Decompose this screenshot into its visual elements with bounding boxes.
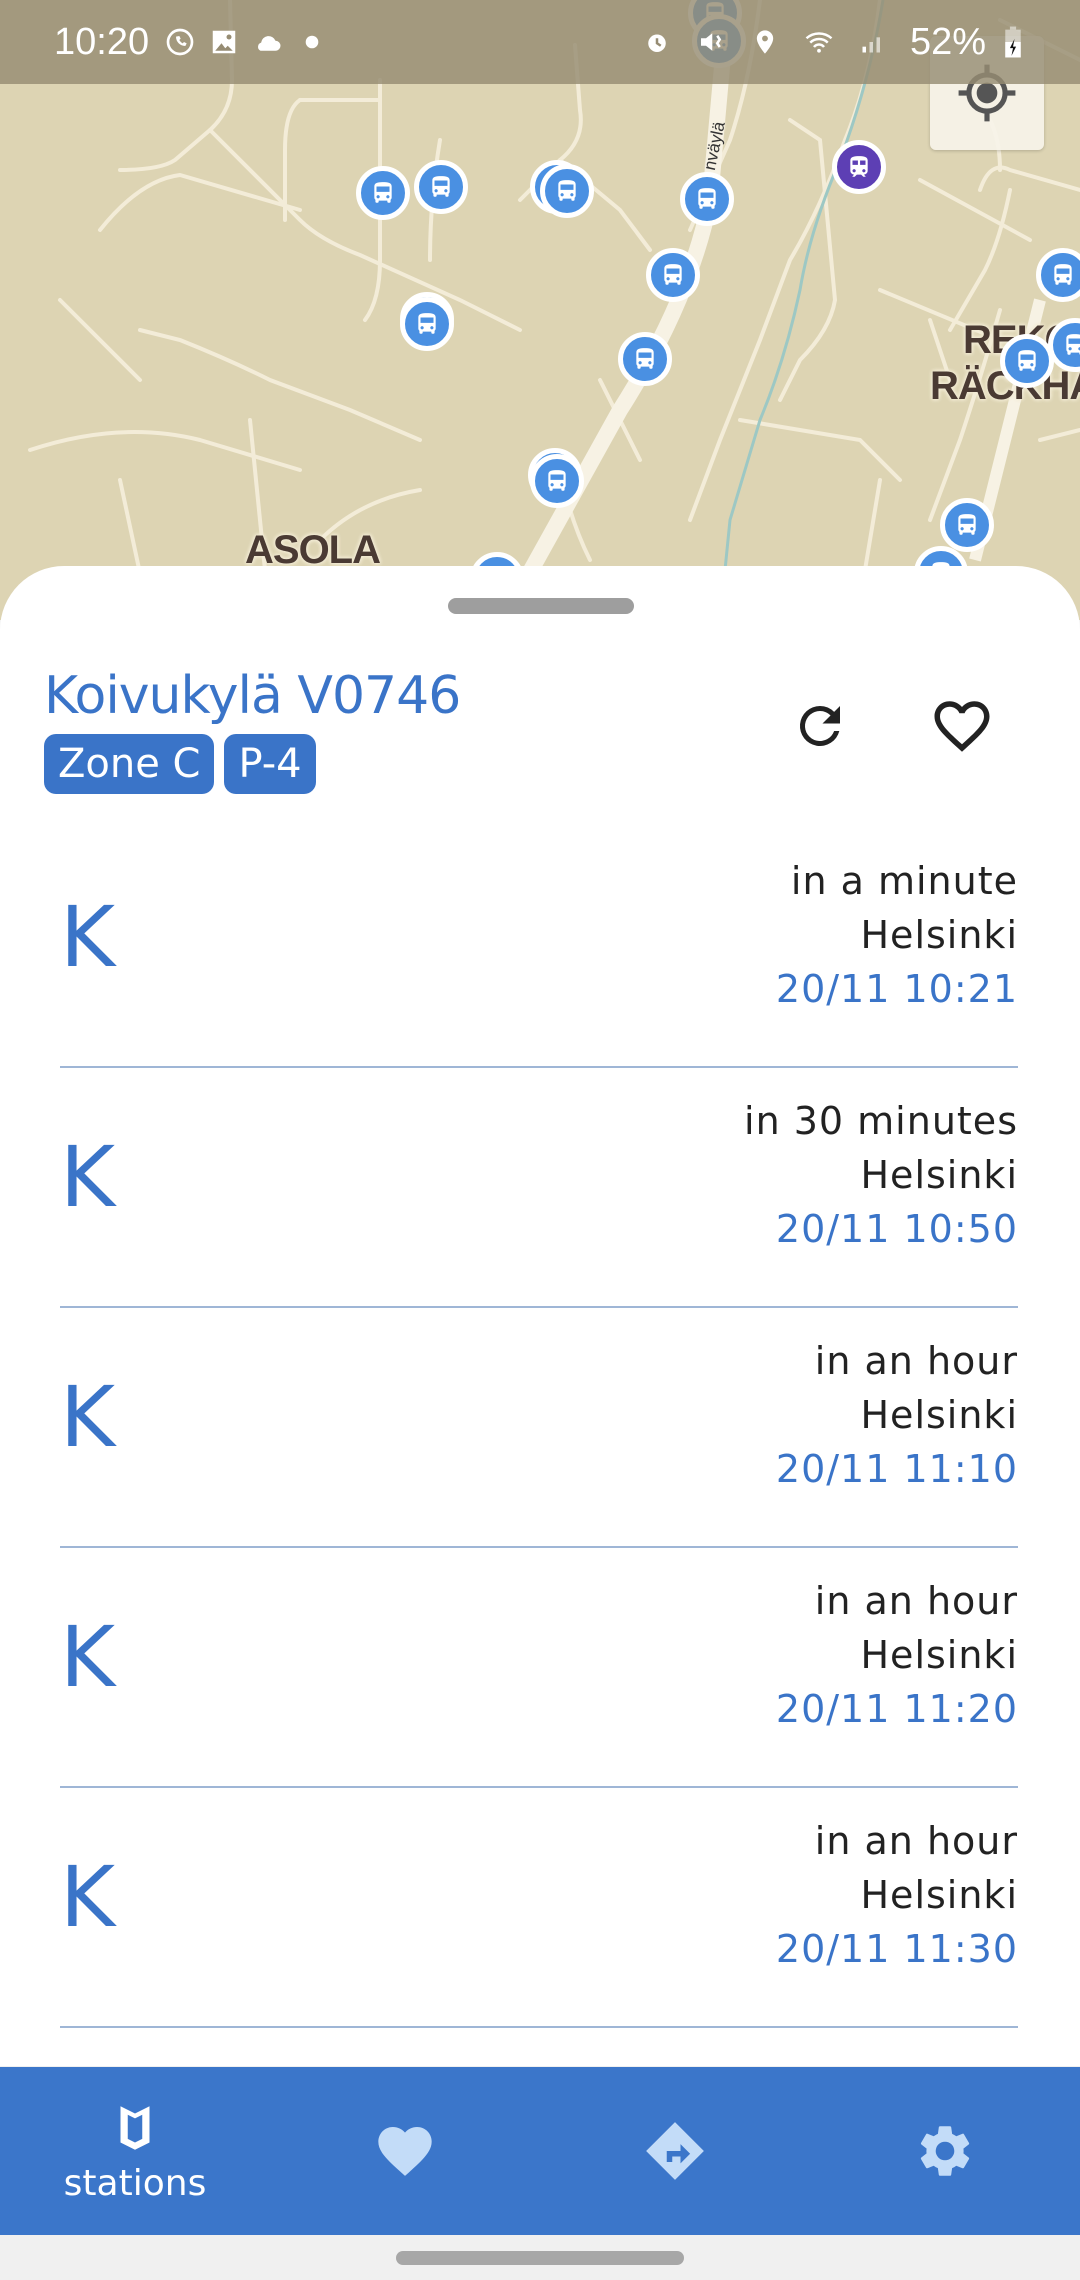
bus-icon [958,514,976,535]
bus-icon [1054,264,1072,285]
status-time: 10:20 [54,20,150,63]
train-icon [850,156,868,177]
departure-destination: Helsinki [860,913,1018,957]
bus-stop-marker[interactable] [356,166,410,220]
bus-icon [698,188,716,209]
row-divider [60,2026,1018,2028]
line-label: K [60,888,116,986]
departure-row[interactable]: K in an hour Helsinki 20/11 11:10 [0,1308,1080,1548]
departure-relative-time: in an hour [814,1339,1018,1383]
train-stop-marker[interactable] [832,140,886,194]
departure-info: in 30 minutes Helsinki 20/11 10:50 [744,1094,1018,1256]
favorite-button[interactable] [922,686,1002,766]
departure-row[interactable]: K in a minute Helsinki 20/11 10:21 [0,828,1080,1068]
line-label: K [60,1128,116,1226]
system-navigation-bar [0,2235,1080,2280]
status-bar: 10:20 52% [0,0,1080,84]
bus-stop-marker[interactable] [530,454,584,508]
alarm-icon [640,25,674,59]
nav-stations-label: stations [63,2162,207,2204]
heart-icon [378,2127,432,2176]
heart-outline-icon [934,701,990,752]
bus-stop-marker[interactable] [646,248,700,302]
departure-time: 20/11 11:10 [775,1447,1018,1491]
departure-relative-time: in a minute [790,859,1018,903]
departure-destination: Helsinki [860,1633,1018,1677]
bus-stop-marker[interactable] [1000,334,1054,388]
departures-list: K in a minute Helsinki 20/11 10:21 K in … [0,828,1080,2028]
stop-title: Koivukylä V0746 [44,666,461,726]
departure-destination: Helsinki [860,1393,1018,1437]
bus-stop-marker[interactable] [540,164,594,218]
directions-icon [646,2122,704,2180]
dot-icon [295,25,329,59]
bus-stop-marker[interactable] [400,297,454,351]
departure-time: 20/11 11:20 [775,1687,1018,1731]
bus-icon [432,176,450,197]
departure-info: in an hour Helsinki 20/11 11:20 [776,1574,1018,1736]
departure-destination: Helsinki [860,1873,1018,1917]
bus-stop-marker[interactable] [940,498,994,552]
nav-favorites[interactable] [270,2067,540,2235]
map-icon [120,2105,150,2150]
bus-icon [558,180,576,201]
location-icon [748,25,782,59]
whatsapp-icon [163,25,197,59]
bus-stop-marker[interactable] [618,332,672,386]
nav-directions[interactable] [540,2067,810,2235]
bus-stop-marker[interactable] [680,172,734,226]
departure-row[interactable]: K in an hour Helsinki 20/11 11:30 [0,1788,1080,2028]
settings-icon [920,2126,970,2176]
signal-icon [856,25,890,59]
map-view[interactable]: nväylä ASOLA REKO RÄCKHA [0,0,1080,620]
battery-percent: 52% [909,20,986,63]
departure-destination: Helsinki [860,1153,1018,1197]
departure-relative-time: in 30 minutes [744,1099,1018,1143]
departure-relative-time: in an hour [814,1819,1018,1863]
departure-info: in an hour Helsinki 20/11 11:30 [776,1814,1018,1976]
line-label: K [60,1848,116,1946]
battery-charging-icon [996,25,1030,59]
cloud-icon [251,25,285,59]
map-roads [28,0,1080,620]
departure-relative-time: in an hour [814,1579,1018,1623]
departure-info: in an hour Helsinki 20/11 11:10 [776,1334,1018,1496]
stop-details-sheet: Koivukylä V0746 Zone C P-4 K in a minute… [0,566,1080,2066]
bus-icon [418,313,436,334]
line-label: K [60,1368,116,1466]
nav-settings[interactable] [810,2067,1080,2235]
line-label: K [60,1608,116,1706]
departure-info: in a minute Helsinki 20/11 10:21 [776,854,1018,1016]
bus-icon [636,348,654,369]
platform-badge: P-4 [224,734,316,794]
home-gesture-handle[interactable] [396,2251,684,2265]
status-right: 52% [640,0,1040,84]
stop-badges: Zone C P-4 [44,734,316,794]
vibrate-mute-icon [694,25,728,59]
bottom-navigation: stations [0,2067,1080,2235]
nav-stations[interactable]: stations [0,2067,270,2235]
departure-time: 20/11 10:21 [775,967,1018,1011]
bus-icon [548,470,566,491]
bus-icon [1066,334,1080,355]
app-screen: nväylä ASOLA REKO RÄCKHA 10:20 [0,0,1080,2280]
bus-stop-marker[interactable] [414,160,468,214]
refresh-button[interactable] [780,686,860,766]
departure-time: 20/11 11:30 [775,1927,1018,1971]
zone-badge: Zone C [44,734,215,794]
sheet-drag-handle[interactable] [448,598,634,614]
refresh-icon [799,705,840,746]
image-icon [207,25,241,59]
departure-row[interactable]: K in 30 minutes Helsinki 20/11 10:50 [0,1068,1080,1308]
departure-time: 20/11 10:50 [775,1207,1018,1251]
departure-row[interactable]: K in an hour Helsinki 20/11 11:20 [0,1548,1080,1788]
bus-icon [1018,350,1036,371]
bus-icon [664,264,682,285]
bus-icon [374,182,392,203]
wifi-icon [802,25,836,59]
